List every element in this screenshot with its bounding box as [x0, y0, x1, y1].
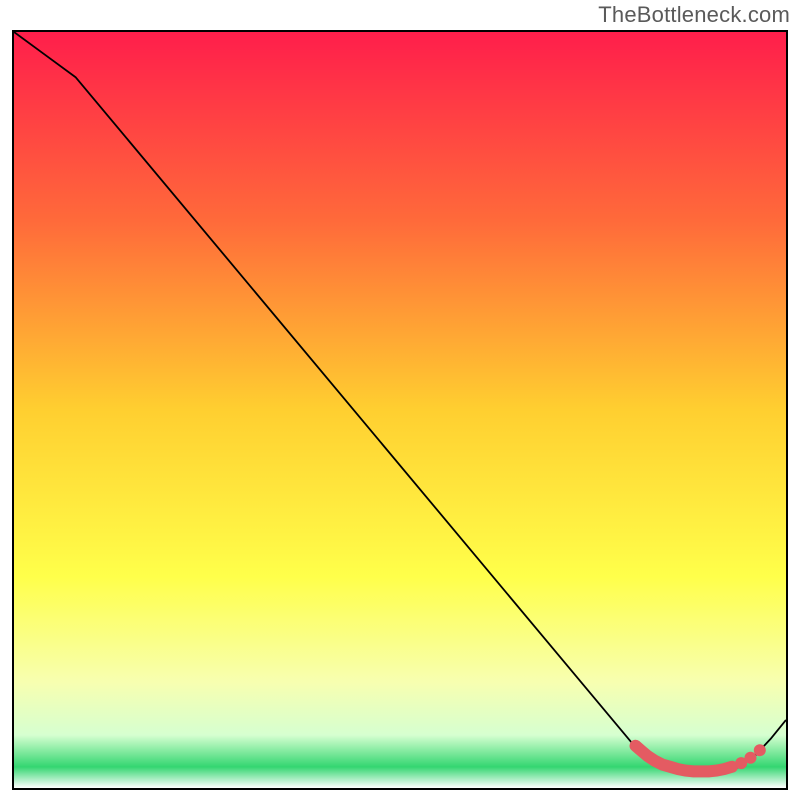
highlight-dot	[754, 744, 766, 756]
plot-area	[12, 30, 788, 790]
chart-svg	[14, 32, 786, 788]
chart-frame: TheBottleneck.com	[0, 0, 800, 800]
plot-background	[14, 32, 786, 788]
watermark-text: TheBottleneck.com	[598, 2, 790, 28]
highlight-dot	[745, 752, 757, 764]
